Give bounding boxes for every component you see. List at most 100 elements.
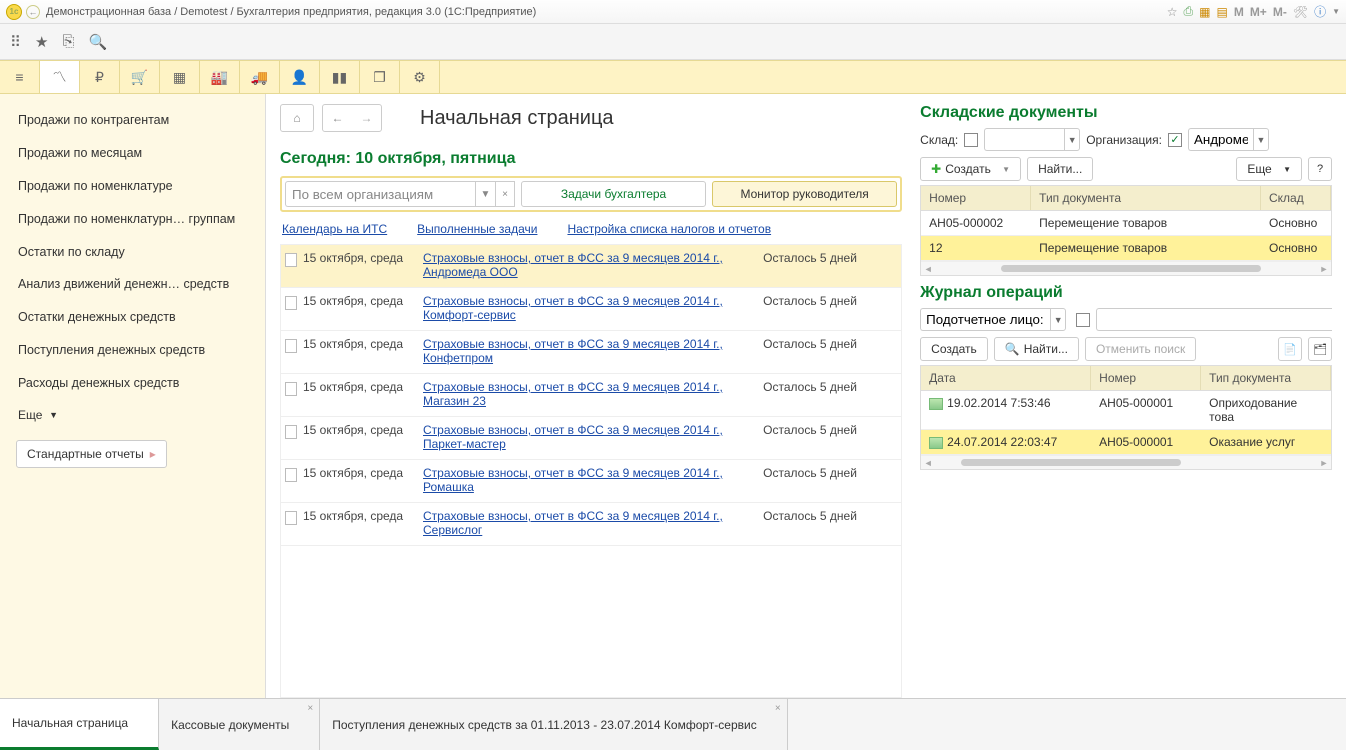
nav-chart-icon[interactable]: 〽 xyxy=(40,61,80,93)
journal-create-button[interactable]: Создать xyxy=(920,337,988,361)
back-round-icon[interactable]: ← xyxy=(26,5,40,19)
warehouse-more-button[interactable]: Еще ▼ xyxy=(1236,157,1302,181)
org-filter-input[interactable] xyxy=(285,181,475,207)
journal-find-button[interactable]: 🔍Найти... xyxy=(994,337,1079,361)
nav-gear-icon[interactable]: ⚙ xyxy=(400,61,440,93)
nav-cart-icon[interactable]: 🛒 xyxy=(120,61,160,93)
bottom-tab-0[interactable]: Начальная страница xyxy=(0,699,159,750)
warehouse-create-button[interactable]: ✚Создать ▼ xyxy=(920,157,1021,181)
task-row[interactable]: 15 октября, средаСтраховые взносы, отчет… xyxy=(281,288,901,331)
sidebar-item-7[interactable]: Поступления денежных средств xyxy=(0,334,265,367)
link-completed-tasks[interactable]: Выполненные задачи xyxy=(417,222,537,236)
sklad-dd[interactable]: ▼ xyxy=(1064,128,1080,151)
clipboard-icon[interactable]: ⎘ xyxy=(62,33,74,50)
standard-reports-button[interactable]: Стандартные отчеты▸ xyxy=(16,440,167,468)
nav-truck-icon[interactable]: 🚚 xyxy=(240,61,280,93)
star-icon[interactable]: ★ xyxy=(35,33,48,51)
nav-menu-icon[interactable]: ≡ xyxy=(0,61,40,93)
sklad-combo[interactable] xyxy=(984,128,1064,151)
dropdown-icon[interactable]: ▼ xyxy=(1332,7,1340,16)
info-icon[interactable]: ⓘ xyxy=(1314,3,1326,20)
warehouse-hscroll[interactable]: ◄► xyxy=(921,261,1331,275)
nav-factory-icon[interactable]: 🏭 xyxy=(200,61,240,93)
task-link[interactable]: Страховые взносы, отчет в ФСС за 9 месяц… xyxy=(423,466,723,494)
journal-cancel-search-button[interactable]: Отменить поиск xyxy=(1085,337,1196,361)
task-link[interactable]: Страховые взносы, отчет в ФСС за 9 месяц… xyxy=(423,337,723,365)
task-link[interactable]: Страховые взносы, отчет в ФСС за 9 месяц… xyxy=(423,294,723,322)
search-icon[interactable]: 🔍 xyxy=(88,33,107,51)
col-number[interactable]: Номер xyxy=(921,186,1031,210)
close-icon[interactable]: × xyxy=(307,703,313,714)
nav-stats-icon[interactable]: ▮▮ xyxy=(320,61,360,93)
warehouse-grid[interactable]: Номер Тип документа Склад АН05-000002Пер… xyxy=(920,185,1332,276)
memory-mminus[interactable]: M- xyxy=(1273,5,1287,19)
jcol-num[interactable]: Номер xyxy=(1091,366,1201,390)
task-link[interactable]: Страховые взносы, отчет в ФСС за 9 месяц… xyxy=(423,380,723,408)
sidebar-item-0[interactable]: Продажи по контрагентам xyxy=(0,104,265,137)
task-row[interactable]: 15 октября, средаСтраховые взносы, отчет… xyxy=(281,417,901,460)
journal-row[interactable]: 24.07.2014 22:03:47АН05-000001Оказание у… xyxy=(921,430,1331,455)
org-filter-clear[interactable]: × xyxy=(495,181,515,207)
close-icon[interactable]: × xyxy=(775,703,781,714)
print-icon[interactable]: ⎙ xyxy=(1184,4,1194,19)
task-row[interactable]: 15 октября, средаСтраховые взносы, отчет… xyxy=(281,245,901,288)
tab-manager-monitor[interactable]: Монитор руководителя xyxy=(712,181,897,207)
task-row[interactable]: 15 октября, средаСтраховые взносы, отчет… xyxy=(281,374,901,417)
history-nav[interactable]: ←→ xyxy=(322,104,382,132)
podotch-value[interactable] xyxy=(1096,308,1332,331)
memory-m[interactable]: M xyxy=(1234,5,1244,19)
nav-person-icon[interactable]: 👤 xyxy=(280,61,320,93)
col-doctype[interactable]: Тип документа xyxy=(1031,186,1261,210)
jcol-date[interactable]: Дата xyxy=(921,366,1091,390)
warehouse-help-button[interactable]: ? xyxy=(1308,157,1332,181)
calc-icon[interactable]: ▦ xyxy=(1199,5,1210,19)
sidebar-item-6[interactable]: Остатки денежных средств xyxy=(0,301,265,334)
warehouse-row[interactable]: АН05-000002Перемещение товаровОсновно xyxy=(921,211,1331,236)
apps-icon[interactable]: ⠿ xyxy=(10,33,21,51)
podotch-dd[interactable]: ▼ xyxy=(1050,308,1066,331)
task-link[interactable]: Страховые взносы, отчет в ФСС за 9 месяц… xyxy=(423,509,723,537)
bottom-tab-1[interactable]: Кассовые документы× xyxy=(159,699,320,750)
task-link[interactable]: Страховые взносы, отчет в ФСС за 9 месяц… xyxy=(423,423,723,451)
link-tax-settings[interactable]: Настройка списка налогов и отчетов xyxy=(567,222,771,236)
tab-accountant-tasks[interactable]: Задачи бухгалтера xyxy=(521,181,706,207)
sidebar-item-2[interactable]: Продажи по номенклатуре xyxy=(0,170,265,203)
memory-mplus[interactable]: M+ xyxy=(1250,5,1267,19)
jcol-type[interactable]: Тип документа xyxy=(1201,366,1331,390)
journal-action1-icon[interactable]: 📄 xyxy=(1278,337,1302,361)
task-row[interactable]: 15 октября, средаСтраховые взносы, отчет… xyxy=(281,503,901,546)
sidebar-item-8[interactable]: Расходы денежных средств xyxy=(0,367,265,400)
org-checkbox[interactable] xyxy=(1168,133,1182,147)
journal-hscroll[interactable]: ◄► xyxy=(921,455,1331,469)
tools-icon[interactable]: 🛠 xyxy=(1293,5,1308,19)
col-sklad[interactable]: Склад xyxy=(1261,186,1331,210)
sidebar-item-3[interactable]: Продажи по номенклатурн… группам xyxy=(0,203,265,236)
link-its-calendar[interactable]: Календарь на ИТС xyxy=(282,222,387,236)
journal-row[interactable]: 19.02.2014 7:53:46АН05-000001Оприходован… xyxy=(921,391,1331,430)
sidebar-item-4[interactable]: Остатки по складу xyxy=(0,236,265,269)
org-dd[interactable]: ▼ xyxy=(1253,128,1269,151)
warehouse-row[interactable]: 12Перемещение товаровОсновно xyxy=(921,236,1331,261)
calendar-icon[interactable]: ▤ xyxy=(1216,5,1227,19)
org-combo[interactable] xyxy=(1188,128,1253,151)
org-filter-dropdown[interactable]: ▼ xyxy=(475,181,495,207)
nav-ruble-icon[interactable]: ₽ xyxy=(80,61,120,93)
journal-grid[interactable]: Дата Номер Тип документа 19.02.2014 7:53… xyxy=(920,365,1332,470)
bottom-tab-2[interactable]: Поступления денежных средств за 01.11.20… xyxy=(320,699,788,750)
task-link[interactable]: Страховые взносы, отчет в ФСС за 9 месяц… xyxy=(423,251,723,279)
sidebar-item-1[interactable]: Продажи по месяцам xyxy=(0,137,265,170)
sidebar-more[interactable]: Еще ▼ xyxy=(0,400,265,430)
sklad-checkbox[interactable] xyxy=(964,133,978,147)
journal-action2-icon[interactable]: 🗂 xyxy=(1308,337,1332,361)
favorite-icon[interactable]: ☆ xyxy=(1167,5,1178,19)
task-row[interactable]: 15 октября, средаСтраховые взносы, отчет… xyxy=(281,331,901,374)
warehouse-find-button[interactable]: Найти... xyxy=(1027,157,1093,181)
task-list[interactable]: 15 октября, средаСтраховые взносы, отчет… xyxy=(280,244,902,698)
nav-copy-icon[interactable]: ❐ xyxy=(360,61,400,93)
home-button[interactable]: ⌂ xyxy=(280,104,314,132)
podotch-checkbox[interactable] xyxy=(1076,313,1090,327)
podotch-combo[interactable] xyxy=(920,308,1050,331)
sidebar-item-5[interactable]: Анализ движений денежн… средств xyxy=(0,268,265,301)
nav-grid-icon[interactable]: ▦ xyxy=(160,61,200,93)
task-row[interactable]: 15 октября, средаСтраховые взносы, отчет… xyxy=(281,460,901,503)
